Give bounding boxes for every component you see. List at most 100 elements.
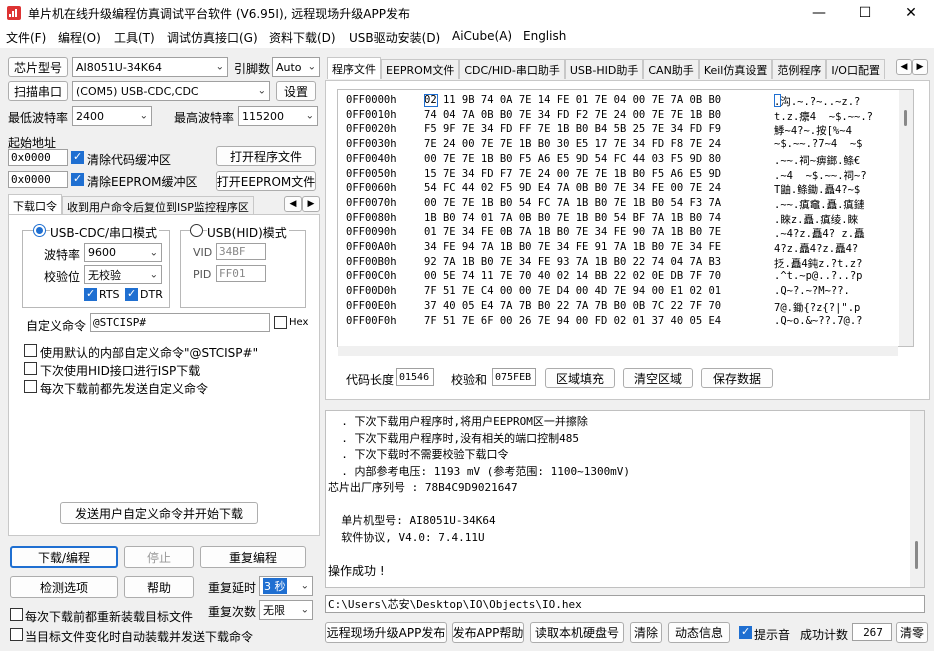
hex-address: 0FF0090h [346, 226, 397, 239]
clear-log-button[interactable]: 清除 [630, 622, 662, 643]
clear-code-buffer-label: 清除代码缓冲区 [87, 153, 172, 167]
hex-ascii: 鯚~4?~.按[%~4 [774, 125, 852, 138]
hex-checkbox[interactable] [274, 316, 287, 329]
log-scrollbar-thumb[interactable] [915, 541, 918, 569]
default-command-label: 使用默认的内部自定义命令"@STCISP#" [40, 346, 259, 360]
parity-select[interactable]: 无校验 ⌄ [84, 265, 162, 284]
download-program-button[interactable]: 下载/编程 [10, 546, 118, 568]
hid-mode-radio[interactable] [190, 224, 203, 237]
remote-upgrade-publish-button[interactable]: 远程现场升级APP发布 [325, 622, 447, 643]
right-tab-scroll-left[interactable]: ◀ [896, 59, 912, 75]
pid-input[interactable]: FF01 [216, 265, 266, 282]
baud-label: 波特率 [44, 248, 81, 262]
output-log[interactable]: . 下次下载用户程序时,将用户EEPROM区一并擦除 . 下次下载用户程序时,没… [325, 410, 925, 588]
tab-can-helper[interactable]: CAN助手 [643, 59, 699, 79]
reload-each-time-checkbox[interactable] [10, 608, 23, 621]
menu-download[interactable]: 资料下载(D) [269, 29, 336, 46]
auto-reload-checkbox[interactable] [10, 628, 23, 641]
hex-scrollbar[interactable] [899, 90, 913, 346]
baud-select[interactable]: 9600 ⌄ [84, 243, 162, 262]
hex-ascii: .^t.~p@..?..?p [774, 270, 863, 283]
custom-command-input[interactable]: @STCISP# [90, 313, 270, 332]
open-eeprom-file-button[interactable]: 打开EEPROM文件 [216, 171, 316, 191]
chip-model-label[interactable]: 芯片型号 [8, 57, 68, 77]
dtr-checkbox[interactable] [125, 287, 138, 301]
help-button[interactable]: 帮助 [124, 576, 194, 598]
hex-ascii: T鼬.鲦鋤.矗4?~$ [774, 184, 861, 197]
hex-ascii: 抸.矗4鈍z.?t.z? [774, 257, 863, 270]
default-command-checkbox[interactable] [24, 344, 37, 357]
hex-bytes: 74 04 7A 0B B0 7E 34 FD F2 7E 24 00 7E 7… [424, 108, 722, 121]
tab-scroll-left-button[interactable]: ◀ [284, 196, 302, 212]
open-program-file-button[interactable]: 打开程序文件 [216, 146, 316, 166]
menu-file[interactable]: 文件(F) [6, 29, 46, 46]
scan-port-button[interactable]: 扫描串口 [8, 81, 68, 101]
code-start-address-input[interactable]: 0x0000 [8, 149, 68, 166]
chip-model-select[interactable]: AI8051U-34K64 ⌄ [72, 57, 228, 77]
publish-help-button[interactable]: 发布APP帮助 [452, 622, 524, 643]
hex-address: 0FF0070h [346, 196, 397, 209]
maximize-button[interactable]: ☐ [842, 0, 888, 26]
menu-debug[interactable]: 调试仿真接口(G) [167, 29, 258, 46]
minimize-button[interactable]: — [796, 0, 842, 26]
hex-editor[interactable]: 0FF0000h 02 11 9B 74 0A 7E 14 FE 01 7E 04… [337, 89, 914, 347]
cdc-mode-radio[interactable] [33, 224, 46, 237]
beep-checkbox[interactable] [739, 625, 752, 639]
right-tab-scroll-right[interactable]: ▶ [912, 59, 928, 75]
chip-model-value: AI8051U-34K64 [76, 60, 162, 74]
menu-english[interactable]: English [523, 29, 566, 43]
menu-program[interactable]: 编程(O) [58, 29, 101, 46]
app-icon [7, 6, 21, 20]
repeat-delay-select[interactable]: 3 秒 ⌄ [259, 576, 313, 596]
hex-scrollbar-thumb[interactable] [904, 110, 907, 126]
hid-next-download-checkbox[interactable] [24, 362, 37, 375]
clear-code-buffer-checkbox[interactable] [71, 150, 84, 164]
pin-count-select[interactable]: Auto ⌄ [272, 57, 320, 77]
clear-eeprom-buffer-checkbox[interactable] [71, 172, 84, 186]
close-button[interactable]: ✕ [888, 0, 934, 26]
title-bar: 单片机在线升级编程仿真调试平台软件 (V6.95I), 远程现场升级APP发布 … [0, 0, 934, 26]
chevron-down-icon: ⌄ [149, 269, 158, 280]
send-custom-command-button[interactable]: 发送用户自定义命令并开始下载 [60, 502, 258, 524]
checksum-value: 075FEB [492, 368, 536, 386]
check-options-button[interactable]: 检测选项 [10, 576, 118, 598]
tab-serial-helper[interactable]: CDC/HID-串口助手 [459, 59, 565, 79]
dynamic-info-button[interactable]: 动态信息 [668, 622, 730, 643]
settings-button[interactable]: 设置 [276, 81, 316, 101]
fill-area-button[interactable]: 区域填充 [545, 368, 615, 388]
repeat-count-value: 无限 [263, 604, 285, 617]
clear-area-button[interactable]: 清空区域 [623, 368, 693, 388]
port-select[interactable]: (COM5) USB-CDC,CDC ⌄ [72, 81, 270, 101]
tab-program-file[interactable]: 程序文件 [327, 57, 381, 79]
chevron-down-icon: ⌄ [139, 110, 148, 122]
tab-usb-hid-helper[interactable]: USB-HID助手 [564, 59, 644, 79]
hex-hscrollbar[interactable] [338, 346, 898, 356]
hex-ascii: .Q~o.&~??.7@.? [774, 314, 863, 327]
tab-download-password[interactable]: 下载口令 [8, 194, 62, 216]
menu-usb-driver[interactable]: USB驱动安装(D) [349, 29, 440, 46]
tab-keil-settings[interactable]: Keil仿真设置 [698, 59, 773, 79]
repeat-program-button[interactable]: 重复编程 [200, 546, 306, 568]
cdc-mode-label: USB-CDC/串口模式 [50, 224, 160, 241]
tab-io-config[interactable]: I/O口配置 [826, 59, 885, 79]
max-baud-select[interactable]: 115200 ⌄ [238, 106, 318, 126]
read-disk-id-button[interactable]: 读取本机硬盘号 [530, 622, 624, 643]
menu-tools[interactable]: 工具(T) [114, 29, 155, 46]
repeat-count-select[interactable]: 无限 ⌄ [259, 600, 313, 620]
save-data-button[interactable]: 保存数据 [701, 368, 773, 388]
min-baud-select[interactable]: 2400 ⌄ [72, 106, 152, 126]
vid-input[interactable]: 34BF [216, 243, 266, 260]
menu-aicube[interactable]: AiCube(A) [452, 29, 512, 43]
send-command-first-checkbox[interactable] [24, 380, 37, 393]
stop-button[interactable]: 停止 [124, 546, 194, 568]
repeat-count-label: 重复次数 [208, 605, 257, 619]
eeprom-start-address-input[interactable]: 0x0000 [8, 171, 68, 188]
rts-checkbox[interactable] [84, 287, 97, 301]
tab-scroll-right-button[interactable]: ▶ [302, 196, 320, 212]
tab-examples[interactable]: 范例程序 [772, 59, 827, 79]
reset-count-button[interactable]: 清零 [896, 622, 928, 643]
tab-reset-to-isp[interactable]: 收到用户命令后复位到ISP监控程序区 [62, 196, 254, 216]
file-path-field[interactable]: C:\Users\芯安\Desktop\IO\Objects\IO.hex [325, 595, 925, 613]
tab-eeprom-file[interactable]: EEPROM文件 [381, 59, 460, 79]
log-scrollbar[interactable] [910, 411, 924, 587]
